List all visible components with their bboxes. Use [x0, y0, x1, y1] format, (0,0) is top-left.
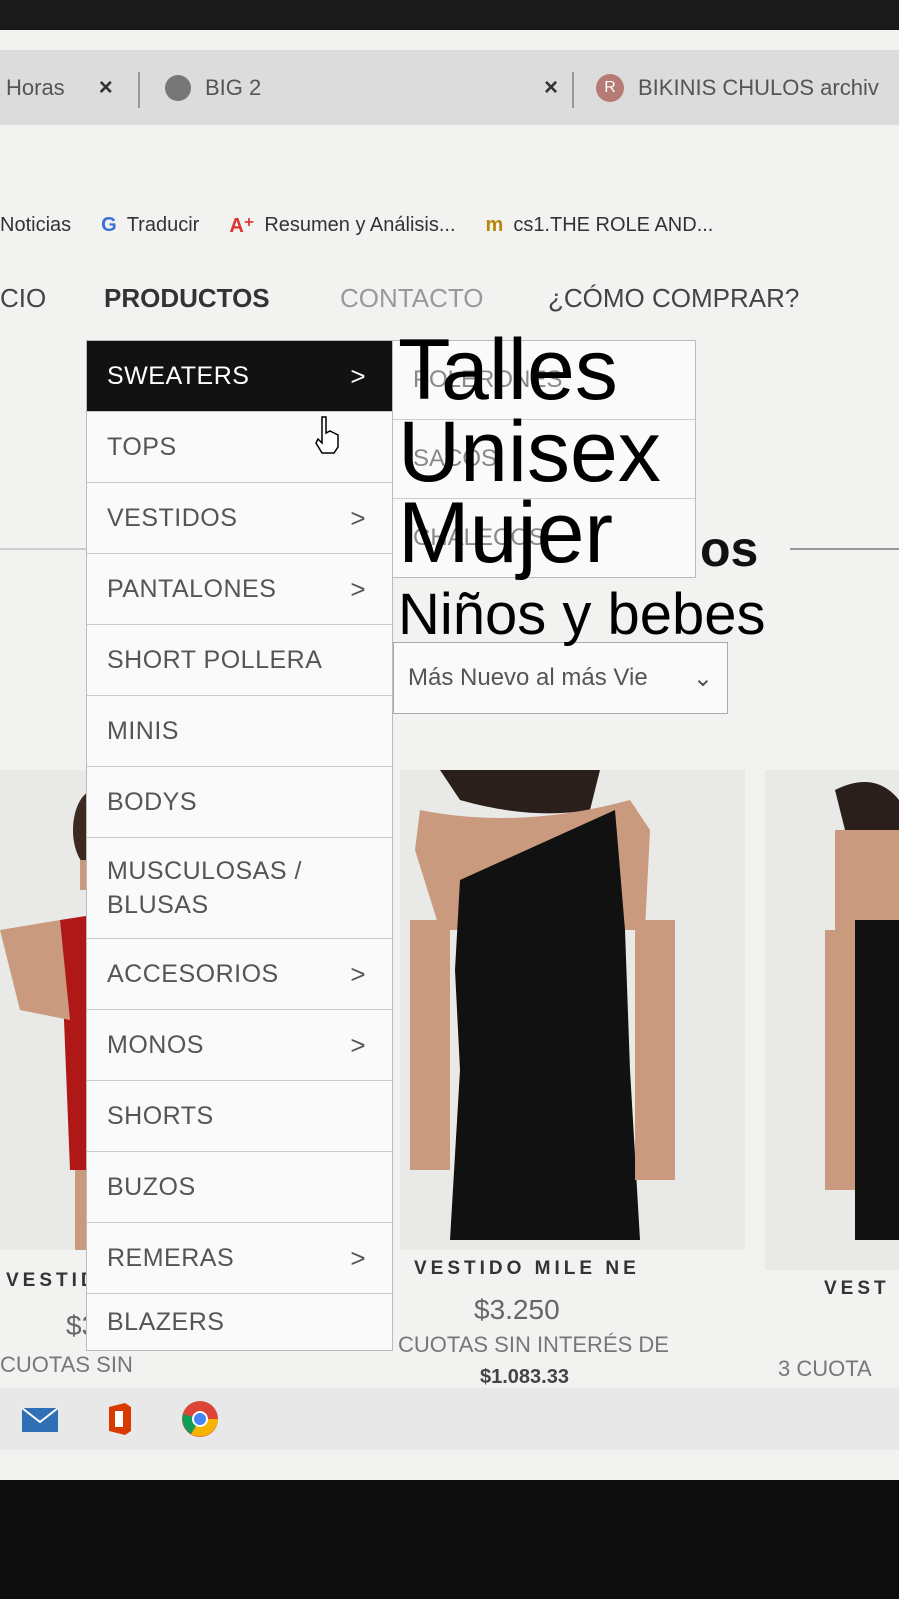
product-installment-amount: $1.083.33: [480, 1366, 569, 1388]
divider: [790, 548, 899, 550]
bookmark-cs1[interactable]: m cs1.THE ROLE AND...: [486, 214, 714, 237]
menu-item-remeras[interactable]: REMERAS >: [87, 1223, 392, 1294]
menu-item-minis[interactable]: MINIS: [87, 696, 392, 767]
bookmark-resumen[interactable]: A⁺ Resumen y Análisis...: [229, 213, 455, 238]
tab-label: BIG 2: [205, 74, 262, 100]
menu-item-buzos[interactable]: BUZOS: [87, 1152, 392, 1223]
menu-item-label: TOPS: [107, 432, 177, 461]
product-image[interactable]: [765, 770, 899, 1270]
menu-item-label: BODYS: [107, 787, 198, 816]
os-taskbar: [0, 1388, 899, 1450]
chevron-right-icon: >: [350, 1242, 366, 1273]
bookmark-noticias[interactable]: Noticias: [0, 214, 71, 237]
nav-item-contacto[interactable]: CONTACTO: [340, 283, 483, 314]
divider: [0, 548, 86, 550]
product-title[interactable]: VESTIDO MILE NE: [414, 1258, 640, 1280]
monitor-bezel: [0, 1480, 899, 1599]
menu-item-accesorios[interactable]: ACCESORIOS >: [87, 939, 392, 1010]
office-icon[interactable]: [100, 1399, 140, 1439]
menu-item-tops[interactable]: TOPS: [87, 412, 392, 483]
tab-label: BIKINIS CHULOS archiv: [638, 74, 879, 100]
menu-item-shorts[interactable]: SHORTS: [87, 1081, 392, 1152]
bookmark-label: Noticias: [0, 213, 72, 236]
menu-item-label: BLAZERS: [107, 1307, 225, 1336]
mail-icon[interactable]: [20, 1399, 60, 1439]
menu-item-label: SHORT POLLERA: [107, 645, 323, 674]
menu-item-label: ACCESORIOS: [107, 959, 279, 988]
product-title[interactable]: VEST: [824, 1278, 890, 1300]
sort-select[interactable]: Más Nuevo al más Vie ⌄: [393, 642, 728, 714]
overlay-line-ninos: Niños y bebes: [398, 582, 766, 648]
tab-label: Horas: [6, 74, 65, 100]
nav-item-como-comprar[interactable]: ¿CÓMO COMPRAR?: [548, 283, 799, 314]
product-installments: CUOTAS SIN INTERÉS DE: [398, 1332, 669, 1357]
product-image[interactable]: [400, 770, 745, 1250]
overlay-line-talles: Talles: [398, 322, 618, 418]
menu-item-monos[interactable]: MONOS >: [87, 1010, 392, 1081]
menu-item-label: BUZOS: [107, 1172, 196, 1201]
chevron-right-icon: >: [350, 958, 366, 989]
bookmark-traducir[interactable]: G Traducir: [101, 214, 199, 237]
tab-divider: [138, 72, 140, 108]
globe-icon: [165, 74, 191, 101]
font-icon: A⁺: [229, 214, 255, 237]
menu-item-bodys[interactable]: BODYS: [87, 767, 392, 838]
menu-item-label: SHORTS: [107, 1101, 214, 1130]
bookmark-label: Traducir: [126, 213, 200, 236]
tab-bikinis[interactable]: R BIKINIS CHULOS archiv: [596, 50, 879, 125]
menu-item-label: MONOS: [107, 1030, 204, 1059]
chevron-right-icon: >: [350, 573, 366, 604]
chevron-down-icon: ⌄: [692, 664, 713, 692]
menu-item-label: MUSCULOSAS / BLUSAS: [107, 857, 302, 919]
menu-item-label: REMERAS: [107, 1243, 235, 1272]
chevron-right-icon: >: [350, 502, 366, 533]
chevron-right-icon: >: [350, 360, 366, 391]
product-price: $3.250: [474, 1294, 560, 1325]
menu-item-label: VESTIDOS: [107, 503, 238, 532]
products-dropdown-menu: SWEATERS > TOPS VESTIDOS > PANTALONES > …: [86, 340, 393, 1351]
tab-horas[interactable]: Horas ×: [6, 50, 113, 125]
bookmark-label: cs1.THE ROLE AND...: [513, 213, 714, 236]
m-icon: m: [485, 213, 504, 236]
hand-cursor-icon: [312, 415, 342, 464]
browser-tab-strip: Horas × BIG 2 × R BIKINIS CHULOS archiv: [0, 50, 899, 125]
nav-item-inicio[interactable]: CIO: [0, 283, 46, 314]
tab-big2[interactable]: BIG 2: [165, 50, 261, 125]
site-favicon-icon: R: [596, 73, 624, 102]
nav-item-productos[interactable]: PRODUCTOS: [104, 283, 270, 314]
overlay-line-mujer: Mujer: [398, 485, 614, 582]
menu-item-musculosas-blusas[interactable]: MUSCULOSAS / BLUSAS: [87, 838, 392, 939]
tab-close-big2[interactable]: ×: [530, 50, 558, 125]
close-icon[interactable]: ×: [99, 74, 113, 102]
close-icon[interactable]: ×: [544, 74, 558, 102]
product-installments: 3 CUOTA: [778, 1356, 872, 1381]
menu-item-pantalones[interactable]: PANTALONES >: [87, 554, 392, 625]
bookmarks-bar: Noticias G Traducir A⁺ Resumen y Análisi…: [0, 190, 899, 260]
overlay-caption: Talles Unisex Mujer Niños y bebes: [398, 322, 766, 648]
menu-item-short-pollera[interactable]: SHORT POLLERA: [87, 625, 392, 696]
monitor-screen: Horas × BIG 2 × R BIKINIS CHULOS archiv …: [0, 30, 899, 1480]
menu-item-vestidos[interactable]: VESTIDOS >: [87, 483, 392, 554]
menu-item-sweaters[interactable]: SWEATERS >: [87, 341, 392, 412]
overlay-line-unisex: Unisex: [398, 403, 661, 500]
menu-item-blazers[interactable]: BLAZERS: [87, 1294, 392, 1350]
menu-item-label: PANTALONES: [107, 574, 277, 603]
chevron-right-icon: >: [350, 1029, 366, 1060]
product-installments: CUOTAS SIN: [0, 1352, 133, 1377]
bookmark-label: Resumen y Análisis...: [264, 213, 456, 236]
site-navigation: CIO PRODUCTOS CONTACTO ¿CÓMO COMPRAR?: [0, 275, 899, 325]
sort-value: Más Nuevo al más Vie: [408, 664, 648, 691]
tab-divider: [572, 72, 574, 108]
translate-icon: G: [101, 213, 117, 236]
menu-item-label: MINIS: [107, 716, 179, 745]
menu-item-label: SWEATERS: [107, 361, 250, 390]
chrome-icon[interactable]: [180, 1399, 220, 1439]
